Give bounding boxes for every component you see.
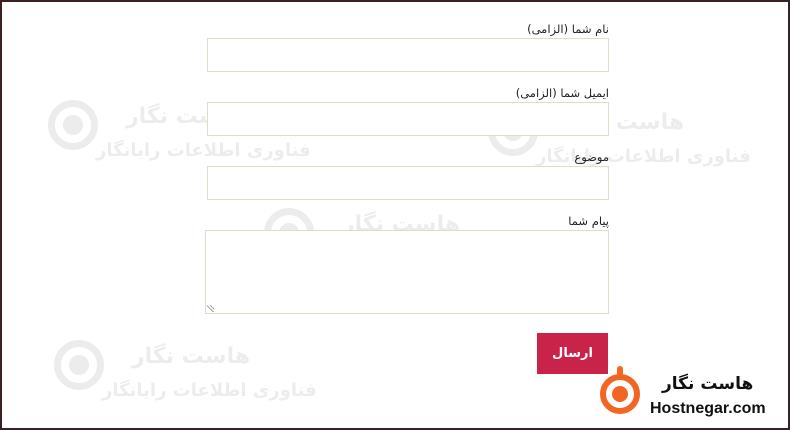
submit-button[interactable]: ارسال — [537, 333, 608, 374]
brand-name-fa: هاست نگار — [662, 374, 754, 394]
brand-name-en: Hostnegar.com — [650, 400, 766, 417]
watermark-title: هاست نگار — [132, 344, 251, 369]
email-label: ایمیل شما (الزامی) — [515, 86, 609, 100]
contact-form: نام شما (الزامی) ایمیل شما (الزامی) موضو… — [205, 22, 609, 314]
email-input[interactable] — [207, 102, 609, 136]
message-label: پیام شما — [568, 214, 609, 228]
resize-handle-icon[interactable] — [207, 305, 214, 312]
watermark-logo-icon — [48, 100, 98, 150]
watermark-logo-icon — [54, 340, 104, 390]
subject-label: موضوع — [574, 150, 609, 164]
subject-input[interactable] — [207, 166, 609, 200]
name-label: نام شما (الزامی) — [527, 22, 609, 36]
message-textarea[interactable] — [205, 230, 609, 314]
watermark-subtitle: فناوری اطلاعات رایانگار — [102, 380, 317, 401]
brand-logo: هاست نگار Hostnegar.com — [598, 366, 788, 422]
hostnegar-logo-icon — [600, 366, 640, 414]
page-frame: هاست نگار فناوری اطلاعات رایانگار هاست ن… — [0, 0, 790, 430]
name-input[interactable] — [207, 38, 609, 72]
